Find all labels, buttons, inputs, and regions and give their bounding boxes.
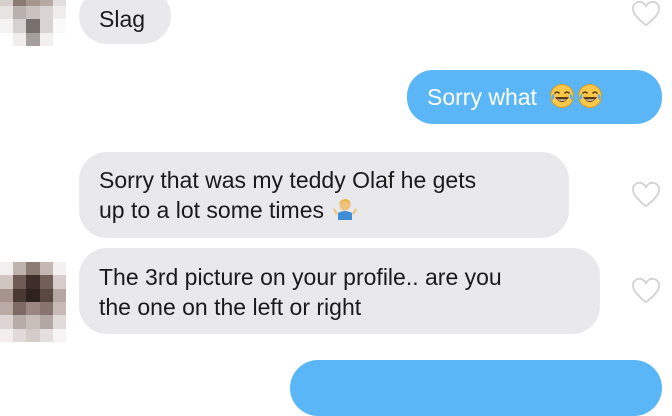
message-bubble-outgoing[interactable] <box>290 360 662 416</box>
face-with-tears-of-joy-icon <box>550 84 575 108</box>
message-text: Sorry what <box>427 84 537 110</box>
heart-outline-icon[interactable] <box>631 277 661 305</box>
heart-outline-icon[interactable] <box>631 181 661 209</box>
message-text-line: The 3rd picture on your profile.. are yo… <box>99 264 502 290</box>
message-text-line: Sorry that was my teddy Olaf he gets <box>99 167 477 193</box>
message-bubble-incoming[interactable]: Sorry that was my teddy Olaf he gets up … <box>79 152 569 238</box>
message-text-line: the one on the left or right <box>99 294 362 320</box>
person-shrugging-icon <box>333 199 357 220</box>
face-with-tears-of-joy-icon <box>578 84 603 108</box>
message-bubble-incoming[interactable]: The 3rd picture on your profile.. are yo… <box>79 248 600 334</box>
avatar[interactable] <box>0 262 66 342</box>
message-bubble-outgoing[interactable]: Sorry what <box>407 70 662 124</box>
avatar[interactable] <box>0 0 66 46</box>
message-text: up to a lot some times <box>99 197 324 223</box>
message-text: Slag <box>99 6 146 32</box>
message-bubble-incoming[interactable]: Slag <box>79 0 171 44</box>
heart-outline-icon[interactable] <box>631 0 661 28</box>
message-text-line: up to a lot some times <box>99 195 549 225</box>
